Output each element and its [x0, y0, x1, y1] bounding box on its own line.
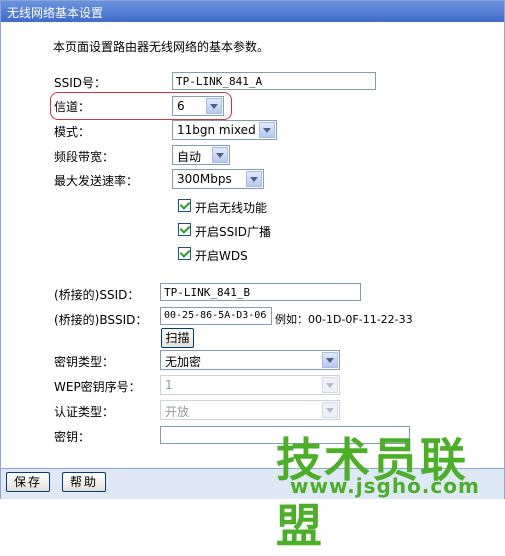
bridge-bssid-input[interactable]: 00-25-86-5A-D3-06: [160, 307, 272, 325]
chevron-down-icon: [212, 147, 228, 163]
watermark-url: www.jsgho.com: [290, 474, 480, 498]
bssid-example: 例如：00-1D-0F-11-22-33: [275, 313, 413, 326]
chevron-down-icon: [259, 122, 275, 138]
key-type-select[interactable]: 无加密: [160, 350, 340, 370]
help-button[interactable]: 帮助: [62, 472, 106, 492]
page-title: 无线网络基本设置: [7, 6, 104, 20]
key-type-label: 密钥类型：: [54, 355, 115, 369]
scan-button[interactable]: 扫描: [161, 328, 194, 348]
wep-index-select[interactable]: 1: [160, 375, 340, 395]
chevron-down-icon: [206, 98, 222, 114]
channel-label: 信道：: [54, 100, 91, 114]
mode-select[interactable]: 11bgn mixed: [172, 120, 277, 140]
key-label: 密钥：: [54, 430, 91, 444]
channel-select[interactable]: 6: [172, 96, 224, 116]
bandwidth-label: 频段带宽：: [54, 150, 115, 164]
bandwidth-select[interactable]: 自动: [172, 145, 230, 165]
enable-wireless-label: 开启无线功能: [195, 201, 268, 215]
bridge-ssid-input[interactable]: TP-LINK_841_B: [160, 283, 361, 301]
chevron-down-icon: [322, 352, 338, 368]
chevron-down-icon: [322, 402, 338, 418]
save-button[interactable]: 保存: [6, 472, 50, 492]
channel-value: 6: [177, 99, 185, 113]
auth-type-value: 开放: [165, 405, 190, 419]
bridge-ssid-label: (桥接的)SSID：: [54, 288, 140, 302]
max-rate-select[interactable]: 300Mbps: [172, 169, 264, 189]
wep-index-label: WEP密钥序号：: [54, 380, 141, 394]
bandwidth-value: 自动: [177, 150, 202, 164]
chevron-down-icon: [246, 171, 262, 187]
mode-value: 11bgn mixed: [177, 123, 256, 137]
max-rate-value: 300Mbps: [177, 172, 232, 186]
auth-type-label: 认证类型：: [54, 405, 115, 419]
wep-index-value: 1: [165, 378, 173, 392]
mode-label: 模式：: [54, 125, 91, 139]
ssid-input[interactable]: TP-LINK_841_A: [172, 72, 376, 90]
title-bar: 无线网络基本设置: [1, 1, 504, 22]
enable-ssid-broadcast-label: 开启SSID广播: [195, 225, 272, 239]
chevron-down-icon: [322, 377, 338, 393]
enable-ssid-broadcast-checkbox[interactable]: [178, 223, 191, 236]
ssid-label: SSID号：: [54, 76, 107, 90]
enable-wds-checkbox[interactable]: [178, 247, 191, 260]
enable-wireless-checkbox[interactable]: [178, 199, 191, 212]
enable-wds-label: 开启WDS: [195, 249, 248, 263]
bridge-bssid-label: (桥接的)BSSID：: [54, 313, 148, 327]
key-type-value: 无加密: [165, 355, 202, 369]
max-rate-label: 最大发送速率：: [54, 174, 139, 188]
page-description: 本页面设置路由器无线网络的基本参数。: [53, 40, 270, 54]
auth-type-select[interactable]: 开放: [160, 400, 340, 420]
